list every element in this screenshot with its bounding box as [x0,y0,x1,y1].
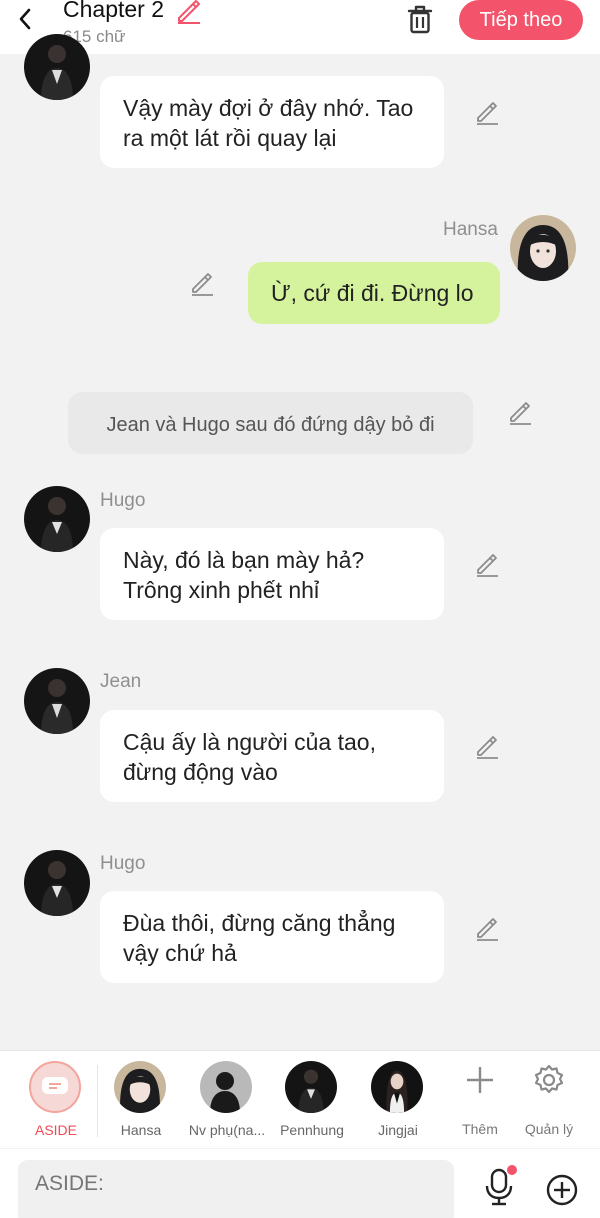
person-avatar-image [24,668,90,734]
message-bubble[interactable]: Vậy mày đợi ở đây nhớ. Tao ra một lát rồ… [100,76,444,168]
avatar-jean[interactable] [24,668,90,734]
back-button[interactable] [10,4,40,34]
character-label: Nv phụ(na... [188,1122,266,1138]
message-line: Này, đó là bạn mày hả? [123,547,365,573]
character-jingjai[interactable]: Jingjai [355,1061,441,1141]
manage-button[interactable]: Quản lý [514,1063,584,1143]
pencil-icon[interactable] [189,271,215,297]
character-hansa[interactable]: Hansa [98,1061,184,1141]
message-input[interactable] [18,1160,454,1218]
sender-name: Hansa [443,219,498,240]
message-line: Vậy mày đợi ở đây nhớ. Tao [123,95,414,121]
character-label: Pennhung [280,1122,344,1138]
character-bar: ASIDE Hansa Nv phụ(na... Pennhung Jingja… [0,1050,600,1148]
avatar-hansa[interactable] [510,215,576,281]
pencil-icon[interactable] [474,100,500,126]
person-avatar-image [114,1061,166,1113]
add-character-button[interactable]: Thêm [445,1063,515,1143]
silhouette-icon [200,1061,252,1113]
chevron-left-icon [19,8,31,30]
trash-icon[interactable] [404,2,436,36]
message-line: Đùa thôi, đừng căng thẳng [123,910,396,936]
add-circle-icon[interactable] [545,1173,579,1207]
pencil-icon[interactable] [474,734,500,760]
character-label: Jingjai [378,1122,418,1138]
sender-name: Hugo [100,853,146,874]
character-avatar [200,1061,252,1113]
message-line: Ừ, cứ đi đi. Đừng lo [271,280,474,306]
gear-icon [534,1064,564,1094]
sender-name: Hugo [100,490,146,511]
aside-bubble[interactable]: Jean và Hugo sau đó đứng dậy bỏ đi [68,392,473,454]
own-message-bubble[interactable]: Ừ, cứ đi đi. Đừng lo [248,262,500,324]
character-nv-phu[interactable]: Nv phụ(na... [184,1061,270,1141]
person-avatar-image [510,215,576,281]
notification-dot [507,1165,517,1175]
person-avatar-image [24,850,90,916]
chapter-title: Chapter 2 [63,0,165,22]
pencil-icon[interactable] [474,916,500,942]
edit-title-icon[interactable] [174,0,202,25]
next-button[interactable]: Tiếp theo [459,0,583,40]
message-bubble[interactable]: Đùa thôi, đừng căng thẳng vậy chứ hả [100,891,444,983]
character-avatar [114,1061,166,1113]
character-pennhung[interactable]: Pennhung [269,1061,355,1141]
pencil-icon[interactable] [507,400,533,426]
plus-icon [467,1067,493,1093]
character-aside[interactable]: ASIDE [13,1061,99,1141]
message-line: Cậu ấy là người của tao, [123,729,376,755]
message-line: vậy chứ hả [123,940,237,966]
add-label: Thêm [462,1121,498,1137]
sender-name: Jean [100,671,142,692]
message-line: Trông xinh phết nhỉ [123,577,320,603]
aside-avatar [29,1061,81,1113]
person-avatar-image [24,486,90,552]
character-avatar [371,1061,423,1113]
pencil-icon[interactable] [474,552,500,578]
message-line: ra một lát rồi quay lại [123,125,337,151]
character-label: ASIDE [34,1122,77,1138]
character-avatar [285,1061,337,1113]
message-bubble[interactable]: Này, đó là bạn mày hả? Trông xinh phết n… [100,528,444,620]
avatar-jean[interactable] [24,34,90,100]
avatar-hugo[interactable] [24,850,90,916]
person-avatar-image [285,1061,337,1113]
character-label: Hansa [120,1122,162,1138]
message-line: đừng động vào [123,759,278,785]
input-bar [0,1149,600,1218]
person-avatar-image [24,34,90,100]
chat-bubble-icon [42,1077,68,1094]
manage-label: Quản lý [524,1121,574,1137]
avatar-hugo[interactable] [24,486,90,552]
header-bar: Chapter 2 615 chữ Tiếp theo [0,0,600,54]
person-avatar-image [371,1061,423,1113]
message-bubble[interactable]: Cậu ấy là người của tao, đừng động vào [100,710,444,802]
